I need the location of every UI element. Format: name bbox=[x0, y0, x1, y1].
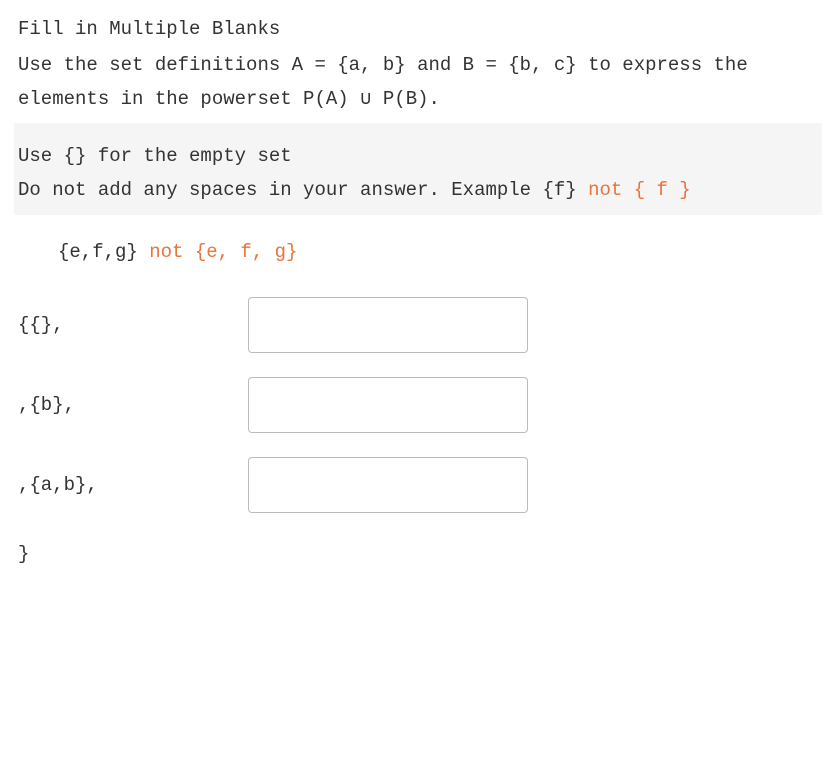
closing-brace: } bbox=[18, 537, 818, 571]
question-prompt: Use the set definitions A = {a, b} and B… bbox=[18, 48, 818, 116]
blank-label-3: ,{a,b}, bbox=[18, 468, 248, 502]
instruction-line-2: Do not add any spaces in your answer. Ex… bbox=[18, 173, 818, 207]
example-orange: not {e, f, g} bbox=[149, 241, 297, 263]
instruction-line-2-text: Do not add any spaces in your answer. Ex… bbox=[18, 179, 588, 201]
blank-label-2: ,{b}, bbox=[18, 388, 248, 422]
blank-input-2[interactable] bbox=[248, 377, 528, 433]
blank-row-1: {{}, bbox=[18, 297, 818, 353]
blank-label-1: {{}, bbox=[18, 308, 248, 342]
blank-row-3: ,{a,b}, bbox=[18, 457, 818, 513]
example-text: {e,f,g} bbox=[58, 241, 149, 263]
example-line: {e,f,g} not {e, f, g} bbox=[18, 235, 818, 269]
blank-input-1[interactable] bbox=[248, 297, 528, 353]
blank-row-2: ,{b}, bbox=[18, 377, 818, 433]
instruction-box: Use {} for the empty set Do not add any … bbox=[14, 123, 822, 215]
instruction-line-1: Use {} for the empty set bbox=[18, 139, 818, 173]
instruction-line-2-orange: not { f } bbox=[588, 179, 691, 201]
blank-input-3[interactable] bbox=[248, 457, 528, 513]
question-title: Fill in Multiple Blanks bbox=[18, 12, 818, 46]
